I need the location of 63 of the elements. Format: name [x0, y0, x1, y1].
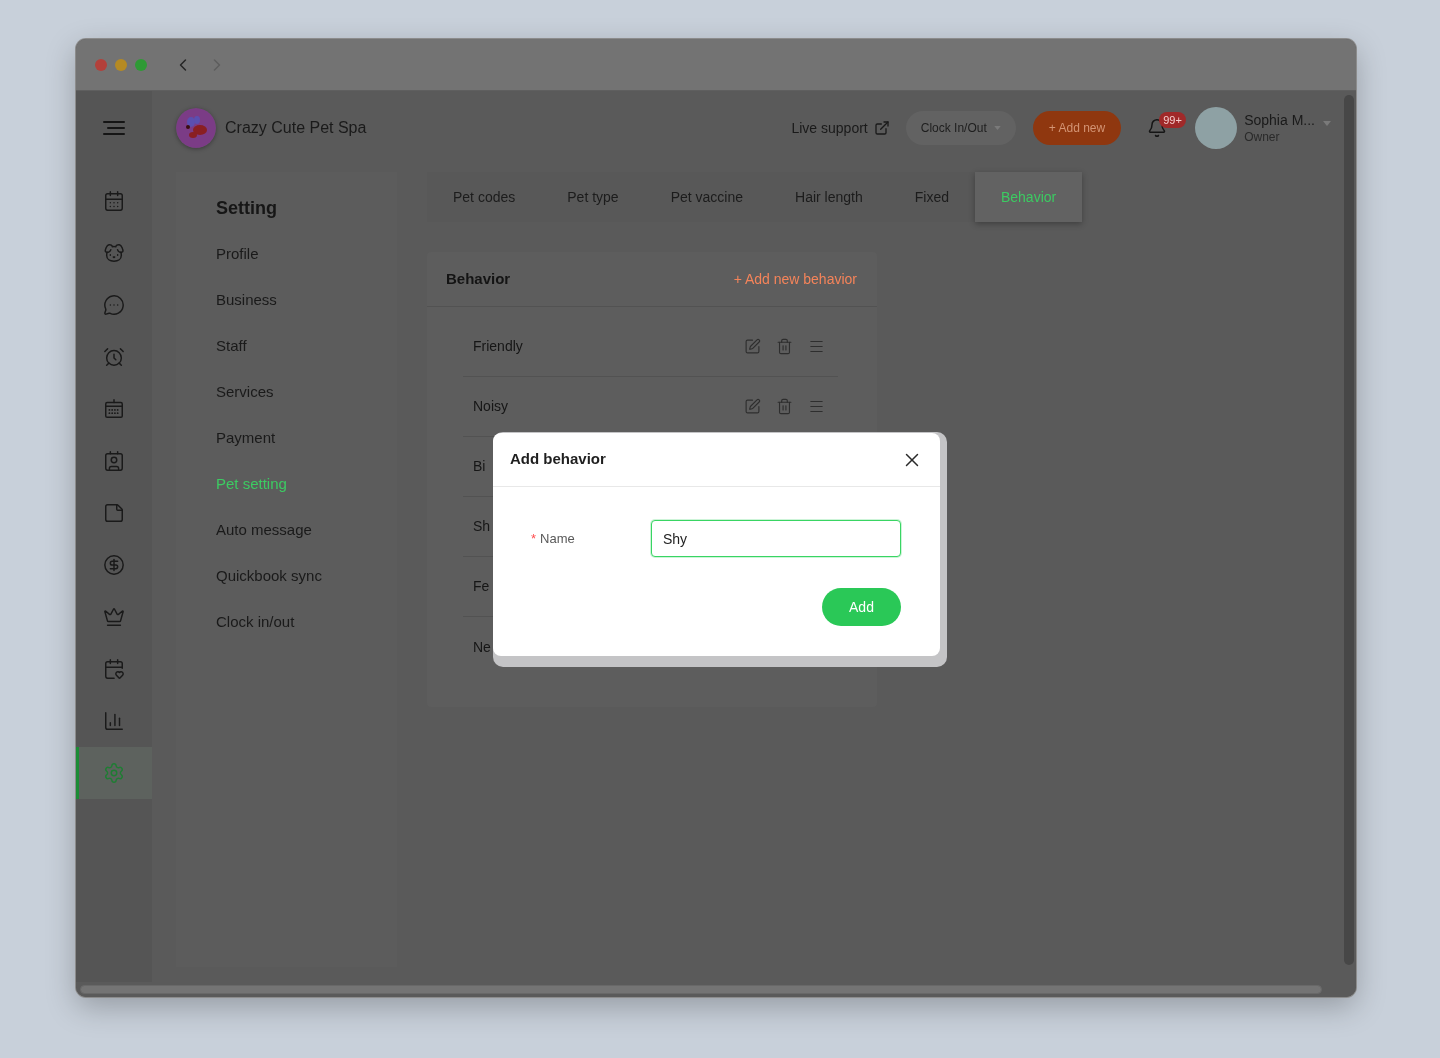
contact-card-icon [103, 450, 125, 472]
behavior-name: Fe [473, 577, 490, 596]
settings-menu-item[interactable]: Profile [216, 231, 259, 277]
calendar-icon [103, 190, 125, 212]
settings-menu-item[interactable]: Pet setting [216, 461, 287, 507]
calendar-heart-icon [103, 658, 125, 680]
tab[interactable]: Fixed [888, 172, 975, 222]
settings-menu-item[interactable]: Quickbook sync [216, 553, 322, 599]
window-minimize-icon[interactable] [115, 58, 127, 71]
settings-menu-item[interactable]: Staff [216, 323, 247, 369]
behavior-name: Friendly [473, 337, 523, 356]
tab[interactable]: Behavior [974, 172, 1083, 222]
add-new-button[interactable]: + Add new [1032, 111, 1122, 145]
behavior-name: Sh [473, 517, 491, 536]
trash-icon[interactable] [776, 338, 793, 355]
settings-menu-item[interactable]: Services [216, 369, 274, 415]
behavior-name: Bi [473, 457, 486, 476]
card-title: Behavior [446, 268, 511, 289]
settings-menu-item[interactable]: Payment [216, 415, 276, 461]
alarm-clock-icon [103, 346, 125, 368]
required-mark: * [531, 529, 537, 548]
sidebar-nav-item[interactable] [76, 747, 152, 799]
external-link-icon [873, 120, 890, 136]
notification-badge: 99+ [1159, 112, 1186, 128]
chat-bubble-icon [103, 294, 125, 316]
clock-in-out-button[interactable]: Clock In/Out [905, 111, 1016, 145]
note-icon [103, 502, 125, 524]
window-close-icon[interactable] [95, 58, 107, 71]
tab[interactable]: Pet codes [427, 172, 542, 222]
live-support-link[interactable]: Live support [791, 117, 890, 139]
logo-icon [176, 108, 216, 148]
name-input[interactable]: Shy [651, 520, 901, 557]
settings-menu-item[interactable]: Clock in/out [216, 599, 295, 645]
add-new-behavior-link[interactable]: + Add new behavior [733, 268, 857, 290]
menu-icon[interactable] [103, 120, 125, 136]
behavior-name: Ne [473, 637, 491, 657]
edit-icon[interactable] [744, 398, 761, 415]
settings-icon [103, 762, 125, 784]
caret-icon [1323, 120, 1331, 126]
add-button[interactable]: Add [822, 588, 901, 626]
tab[interactable]: Pet vaccine [644, 172, 769, 222]
bar-chart-icon [103, 710, 125, 732]
horizontal-scrollbar[interactable] [80, 985, 1322, 994]
trash-icon[interactable] [776, 398, 793, 415]
business-name: Crazy Cute Pet Spa [225, 118, 367, 138]
field-label: Name [540, 529, 575, 548]
behavior-name: Noisy [473, 397, 508, 416]
tab[interactable]: Pet type [541, 172, 645, 222]
settings-menu-item[interactable]: Business [216, 277, 277, 323]
dialog-title: Add behavior [510, 449, 606, 470]
tab[interactable]: Hair length [769, 172, 889, 222]
calendar-icon [103, 398, 125, 420]
user-avatar[interactable] [1195, 107, 1238, 149]
dollar-icon [103, 554, 125, 576]
drag-handle-icon[interactable] [808, 398, 825, 415]
user-name: Sophia M... [1244, 111, 1315, 129]
edit-icon[interactable] [744, 338, 761, 355]
window-zoom-icon[interactable] [135, 58, 147, 71]
settings-menu-item[interactable]: Auto message [216, 507, 312, 553]
settings-menu-title: Setting [216, 197, 278, 220]
drag-handle-icon[interactable] [808, 338, 825, 355]
dog-icon [103, 242, 125, 264]
crown-icon [103, 606, 125, 628]
